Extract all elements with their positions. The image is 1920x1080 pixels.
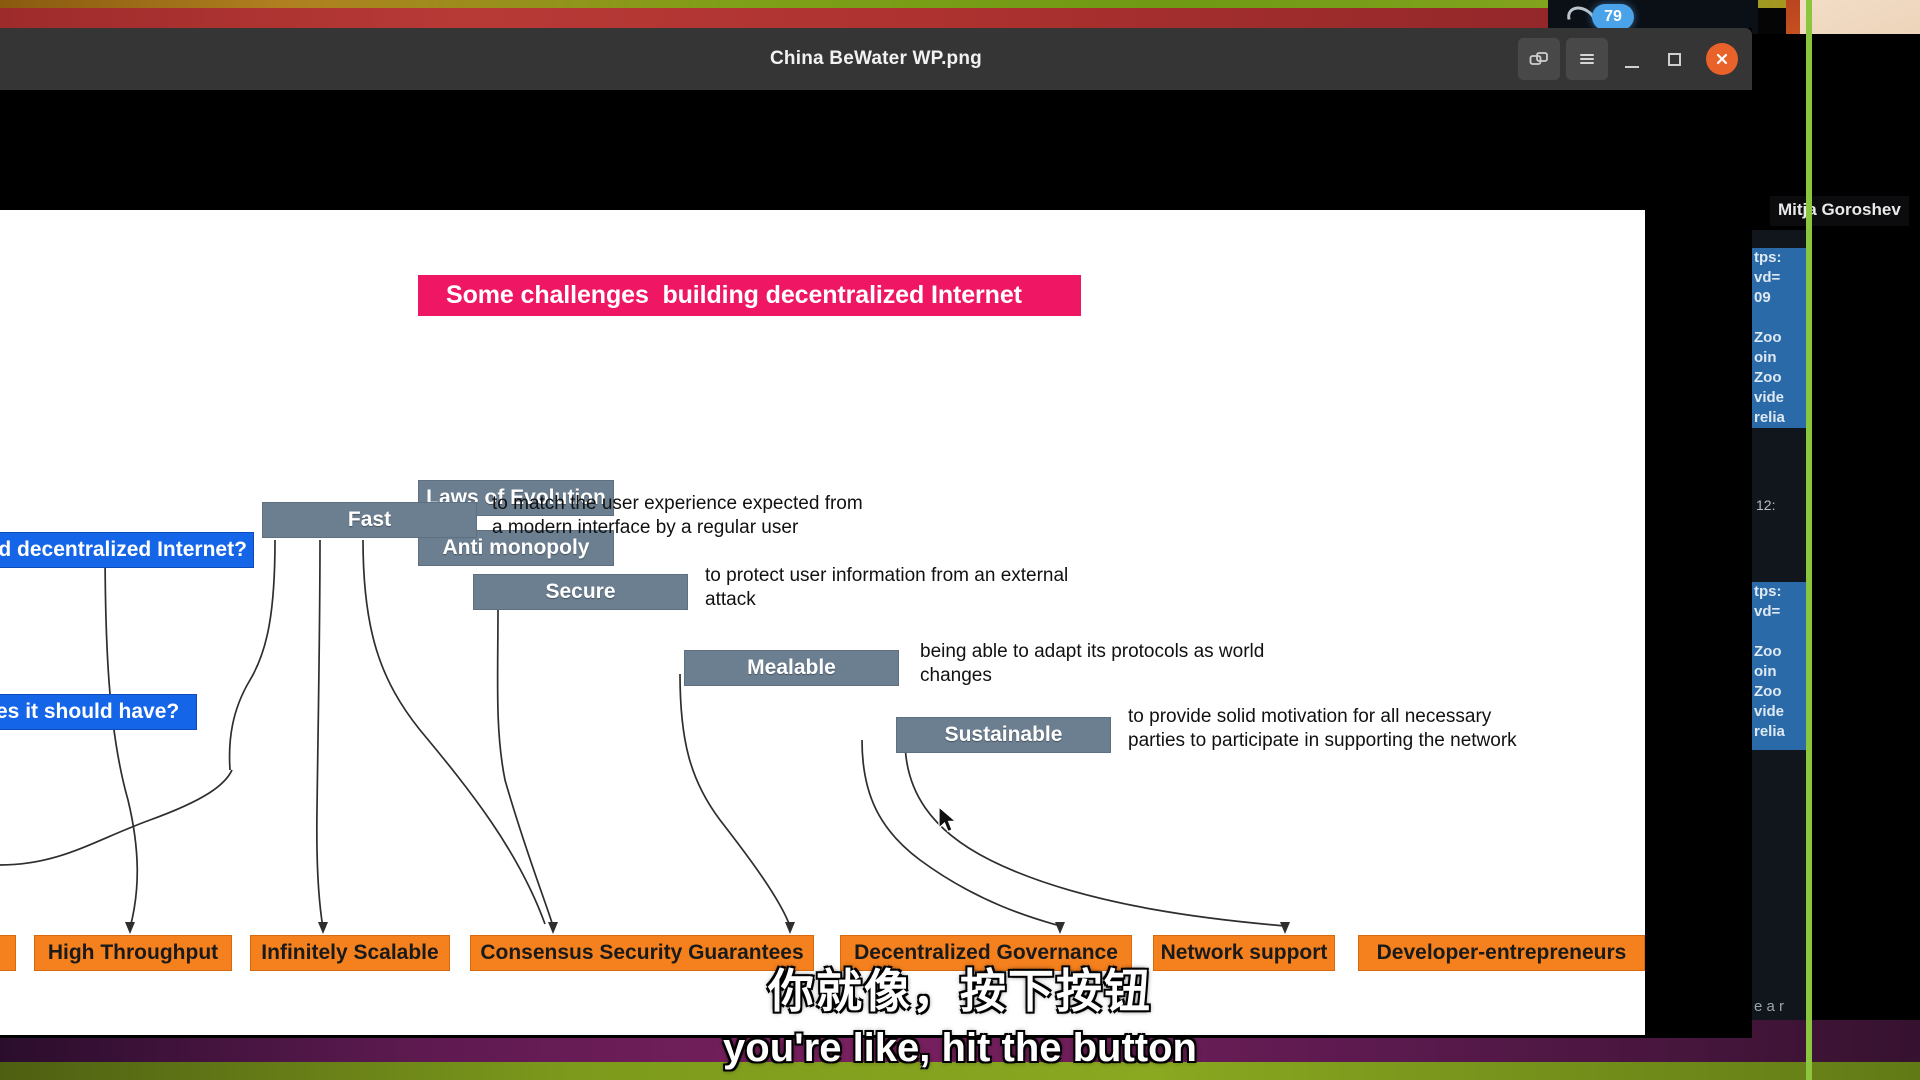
property-box-fast: Fast [262,502,477,538]
chat-line: vd= [1754,269,1781,286]
question-box-label: eed decentralized Internet? [0,538,247,561]
window-titlebar[interactable]: China BeWater WP.png [0,28,1752,90]
image-viewer-canvas[interactable]: Some challenges building decentralized I… [0,90,1752,1038]
chat-line: Zoo [1754,683,1782,700]
participant-name-label: Mitja Goroshev [1770,196,1909,226]
duplicate-icon[interactable] [1518,38,1560,80]
property-box-sustainable: Sustainable [896,717,1111,753]
minimize-button[interactable] [1614,38,1650,80]
property-box-label: Fast [347,508,392,531]
connector-lines [0,539,1290,934]
chat-line: oin [1754,349,1777,366]
subtitle-english: you're like, hit the button [723,1026,1197,1070]
image-viewer-window: China BeWater WP.png Some challenges bui… [0,28,1752,1038]
chat-message-bubble[interactable]: tps: vd= 09 Zoo oin Zoo vide relia [1752,248,1810,428]
maximize-button[interactable] [1656,38,1692,80]
screen-share-border [1806,0,1812,1080]
chat-message-bubble[interactable]: tps: vd= Zoo oin Zoo vide relia [1752,582,1810,750]
property-description-fast: to match the user experience expected fr… [492,493,863,538]
property-box-label: Mealable [747,656,836,679]
window-controls [1518,28,1738,90]
chat-line: relia [1754,409,1785,426]
chat-line: relia [1754,723,1785,740]
property-box-label: Secure [545,580,616,603]
chat-line: Zoo [1754,329,1782,346]
window-title: China BeWater WP.png [770,48,982,69]
property-box-mealable: Mealable [684,650,899,686]
question-box-label: rties it should have? [0,700,180,723]
property-description-secure: to protect user information from an exte… [705,565,1069,610]
question-box-properties: rties it should have? [0,694,197,730]
chat-line: Zoo [1754,369,1782,386]
chat-line: vide [1754,703,1785,720]
chat-line: oin [1754,663,1777,680]
chat-line: tps: [1754,249,1782,266]
close-button[interactable] [1706,43,1738,75]
chat-line: tps: [1754,583,1782,600]
property-description-sustainable: to provide solid motivation for all nece… [1128,706,1517,751]
chat-timestamp: 12: [1756,497,1776,513]
property-box-label: Sustainable [944,723,1063,746]
subtitle-chinese: 你就像，按下按钮 [768,965,1152,1017]
screen: 79 Mitja Goroshev tps: vd= 09 Zoo oin Zo… [0,0,1920,1080]
chat-line: Zoo [1754,643,1782,660]
slide-banner-title: Some challenges building decentralized I… [418,275,1081,316]
chat-line: 09 [1754,289,1771,306]
mouse-cursor [938,805,960,836]
property-description-mealable: being able to adapt its protocols as wor… [920,641,1265,686]
participant-count-badge[interactable]: 79 [1592,4,1634,30]
property-box-secure: Secure [473,574,688,610]
hamburger-menu-icon[interactable] [1566,38,1608,80]
slide-image: Some challenges building decentralized I… [0,210,1645,1035]
chat-line [1752,622,1810,642]
question-box-decentralized-internet: eed decentralized Internet? [0,532,254,568]
chat-line: vide [1754,389,1785,406]
chat-line: vd= [1754,603,1781,620]
chat-line [1752,308,1810,328]
